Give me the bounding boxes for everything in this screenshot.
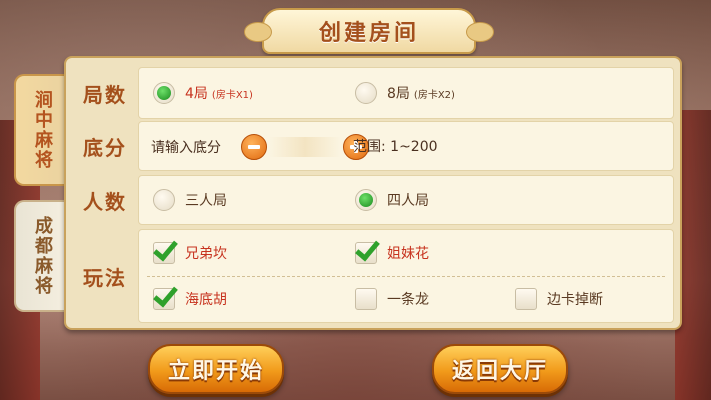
back-to-lobby-button[interactable]: 返回大厅 [432,344,568,394]
rule-option-label: 海底胡 [185,292,227,308]
rule-option-xiongdikan[interactable]: 兄弟坎 [153,242,227,264]
rule-option-label: 一条龙 [387,292,429,308]
checkbox-checked-icon[interactable] [355,242,377,264]
checkbox-checked-icon[interactable] [153,288,175,310]
play-rules-options: 兄弟坎 姐妹花 海底胡 一条龙 边卡掉断 [138,229,674,323]
title-plaque: 创建房间 [244,8,494,54]
settings-panel: 局数 4局 (房卡X1) 8局 (房卡X2) 底分 请输入底分 范围: 1~20… [64,56,682,330]
players-option-label: 三人局 [185,193,227,209]
radio-unselected-icon[interactable] [355,82,377,104]
rule-option-biankadiaoduan[interactable]: 边卡掉断 [515,288,603,310]
rule-option-jiemeihua[interactable]: 姐妹花 [355,242,429,264]
base-score-placeholder[interactable]: 请输入底分 [151,137,241,157]
minus-icon[interactable] [241,134,267,160]
rule-option-label: 边卡掉断 [547,292,603,308]
play-rules-row: 玩法 兄弟坎 姐妹花 海底胡 一条龙 边卡掉断 [72,229,674,323]
options-divider [147,276,665,277]
base-score-row: 底分 请输入底分 范围: 1~200 [72,121,674,171]
rounds-options: 4局 (房卡X1) 8局 (房卡X2) [138,67,674,119]
rounds-row: 局数 4局 (房卡X1) 8局 (房卡X2) [72,67,674,119]
rule-option-label: 兄弟坎 [185,246,227,262]
base-score-box: 请输入底分 范围: 1~200 [138,121,674,171]
start-now-button[interactable]: 立即开始 [148,344,284,394]
players-option-label: 四人局 [387,193,429,209]
players-label: 人数 [83,189,127,214]
rounds-option-note: (房卡X2) [413,89,455,101]
radio-selected-icon[interactable] [153,82,175,104]
tab-chengdu-mahjong[interactable]: 成都麻将 [14,200,68,312]
players-options: 三人局 四人局 [138,175,674,225]
radio-selected-icon[interactable] [355,189,377,211]
base-score-input[interactable]: 请输入底分 [151,134,369,160]
page-title: 创建房间 [318,20,419,46]
play-rules-label: 玩法 [83,265,127,290]
rounds-option-label: 4局 [185,86,208,102]
rule-option-label: 姐妹花 [387,246,429,262]
rounds-option-4[interactable]: 4局 (房卡X1) [153,82,253,104]
players-row: 人数 三人局 四人局 [72,175,674,225]
rule-option-haidihu[interactable]: 海底胡 [153,288,227,310]
rounds-label: 局数 [83,82,127,107]
tab-jianzhong-mahjong[interactable]: 涧中麻将 [14,74,68,186]
rule-option-yitiaolong[interactable]: 一条龙 [355,288,429,310]
players-option-three[interactable]: 三人局 [153,189,227,211]
checkbox-unchecked-icon[interactable] [515,288,537,310]
rounds-option-8[interactable]: 8局 (房卡X2) [355,82,455,104]
rounds-option-note: (房卡X1) [211,89,253,101]
radio-unselected-icon[interactable] [153,189,175,211]
base-score-label: 底分 [83,135,127,160]
players-option-four[interactable]: 四人局 [355,189,429,211]
base-score-value-field[interactable] [269,137,341,157]
checkbox-unchecked-icon[interactable] [355,288,377,310]
base-score-range: 范围: 1~200 [353,139,438,155]
rounds-option-label: 8局 [387,86,410,102]
checkbox-checked-icon[interactable] [153,242,175,264]
